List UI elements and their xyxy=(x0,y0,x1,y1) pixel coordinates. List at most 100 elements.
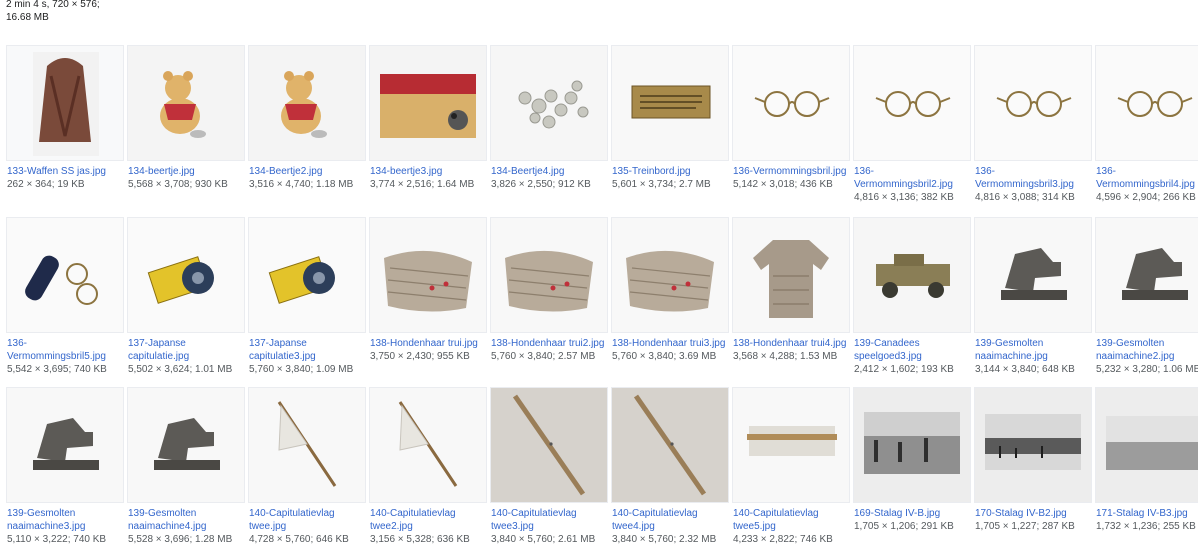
thumbnail-image[interactable] xyxy=(490,217,608,333)
thumbnail-image[interactable] xyxy=(974,217,1092,333)
file-meta: 262 × 364; 19 KB xyxy=(7,179,85,190)
gallery-item: 134-Beertje4.jpg 3,826 × 2,550; 912 KB xyxy=(484,44,608,212)
thumbnail-image[interactable] xyxy=(6,45,124,161)
gallery-caption: 139-Gesmolten naaimachine4.jpg 5,528 × 3,… xyxy=(128,507,246,546)
thumbnail-image[interactable] xyxy=(369,45,487,161)
film-tin-icon xyxy=(128,218,244,332)
gallery-item: 137-Japanse capitulatie3.jpg 5,760 × 3,84… xyxy=(242,216,366,384)
gallery-item: 140-Capitulatievlag twee5.jpg 4,233 × 2,8… xyxy=(726,386,850,554)
gallery-row: 133-Waffen SS jas.jpg 262 × 364; 19 KB 13… xyxy=(0,44,1198,214)
thumbnail-image[interactable] xyxy=(611,217,729,333)
thumbnail-image[interactable] xyxy=(369,387,487,503)
previous-file-meta-line2: 16.68 MB xyxy=(6,12,49,23)
knitted-sweater-icon xyxy=(612,218,728,332)
teddy-bear-closeup-icon xyxy=(370,46,486,160)
gallery-item: 136-Vermommingsbril.jpg 5,142 × 3,018; 43… xyxy=(726,44,850,212)
sweater-icon xyxy=(733,218,849,332)
sewing-machine-icon xyxy=(7,388,123,502)
file-name-link[interactable]: 140-Capitulatievlag twee.jpg xyxy=(249,507,367,533)
file-meta: 4,816 × 3,088; 314 KB xyxy=(975,192,1075,203)
thumbnail-image[interactable] xyxy=(6,387,124,503)
thumbnail-image[interactable] xyxy=(732,45,850,161)
file-meta: 5,232 × 3,280; 1.06 MB xyxy=(1096,364,1198,375)
file-name-link[interactable]: 136-Vermommingsbril5.jpg xyxy=(7,337,125,363)
file-meta: 3,826 × 2,550; 912 KB xyxy=(491,179,591,190)
file-name-link[interactable]: 133-Waffen SS jas.jpg xyxy=(7,165,125,178)
gallery-caption: 138-Hondenhaar trui4.jpg 3,568 × 4,288; 1… xyxy=(733,337,851,363)
thumbnail-image[interactable] xyxy=(127,45,245,161)
gallery-item: 169-Stalag IV-B.jpg 1,705 × 1,206; 291 KB xyxy=(847,386,971,554)
file-name-link[interactable]: 140-Capitulatievlag twee5.jpg xyxy=(733,507,851,533)
file-meta: 1,705 × 1,206; 291 KB xyxy=(854,521,954,532)
file-meta: 4,816 × 3,136; 382 KB xyxy=(854,192,954,203)
gallery-item: 140-Capitulatievlag twee3.jpg 3,840 × 5,7… xyxy=(484,386,608,554)
thumbnail-image[interactable] xyxy=(490,45,608,161)
coat-icon xyxy=(33,52,99,156)
thumbnail-image[interactable] xyxy=(1095,387,1198,503)
thumbnail-image[interactable] xyxy=(248,387,366,503)
file-name-link[interactable]: 134-beertje3.jpg xyxy=(370,165,488,178)
thumbnail-image[interactable] xyxy=(853,387,971,503)
file-meta: 5,110 × 3,222; 740 KB xyxy=(7,534,107,545)
thumbnail-image[interactable] xyxy=(732,387,850,503)
gallery-caption: 139-Gesmolten naaimachine3.jpg 5,110 × 3,… xyxy=(7,507,125,546)
gallery-item: 136-Vermommingsbril5.jpg 5,542 × 3,695; 7… xyxy=(0,216,124,384)
file-name-link[interactable]: 170-Stalag IV-B2.jpg xyxy=(975,507,1093,520)
gallery-item: 140-Capitulatievlag twee.jpg 4,728 × 5,76… xyxy=(242,386,366,554)
thumbnail-image[interactable] xyxy=(127,217,245,333)
file-name-link[interactable]: 136-Vermommingsbril.jpg xyxy=(733,165,851,178)
file-name-link[interactable]: 140-Capitulatievlag twee3.jpg xyxy=(491,507,609,533)
gallery-item: 134-Beertje2.jpg 3,516 × 4,740; 1.18 MB xyxy=(242,44,366,212)
gallery-caption: 171-Stalag IV-B3.jpg 1,732 × 1,236; 255 K… xyxy=(1096,507,1198,533)
thumbnail-image[interactable] xyxy=(1095,217,1198,333)
gallery-caption: 134-Beertje4.jpg 3,826 × 2,550; 912 KB xyxy=(491,165,609,191)
file-name-link[interactable]: 136-Vermommingsbril4.jpg xyxy=(1096,165,1198,191)
gallery-caption: 139-Gesmolten naaimachine.jpg 3,144 × 3,8… xyxy=(975,337,1093,376)
file-name-link[interactable]: 136-Vermommingsbril2.jpg xyxy=(854,165,972,191)
file-name-link[interactable]: 134-beertje.jpg xyxy=(128,165,246,178)
file-meta: 3,144 × 3,840; 648 KB xyxy=(975,364,1075,375)
gallery-caption: 140-Capitulatievlag twee3.jpg 3,840 × 5,7… xyxy=(491,507,609,546)
file-name-link[interactable]: 134-Beertje4.jpg xyxy=(491,165,609,178)
gallery-item: 136-Vermommingsbril4.jpg 4,596 × 2,904; 2… xyxy=(1089,44,1198,212)
file-name-link[interactable]: 140-Capitulatievlag twee4.jpg xyxy=(612,507,730,533)
file-name-link[interactable]: 137-Japanse capitulatie.jpg xyxy=(128,337,246,363)
file-name-link[interactable]: 138-Hondenhaar trui2.jpg xyxy=(491,337,609,350)
thumbnail-image[interactable] xyxy=(127,387,245,503)
file-name-link[interactable]: 140-Capitulatievlag twee2.jpg xyxy=(370,507,488,533)
file-name-link[interactable]: 139-Gesmolten naaimachine.jpg xyxy=(975,337,1093,363)
thumbnail-image[interactable] xyxy=(853,217,971,333)
thumbnail-image[interactable] xyxy=(248,45,366,161)
file-meta: 1,732 × 1,236; 255 KB xyxy=(1096,521,1196,532)
file-name-link[interactable]: 171-Stalag IV-B3.jpg xyxy=(1096,507,1198,520)
thumbnail-image[interactable] xyxy=(974,45,1092,161)
file-name-link[interactable]: 169-Stalag IV-B.jpg xyxy=(854,507,972,520)
thumbnail-image[interactable] xyxy=(853,45,971,161)
thumbnail-image[interactable] xyxy=(611,45,729,161)
glasses-case-icon xyxy=(7,218,123,332)
thumbnail-image[interactable] xyxy=(6,217,124,333)
file-meta: 5,542 × 3,695; 740 KB xyxy=(7,364,107,375)
file-name-link[interactable]: 135-Treinbord.jpg xyxy=(612,165,730,178)
gallery-item: 137-Japanse capitulatie.jpg 5,502 × 3,624… xyxy=(121,216,245,384)
file-meta: 4,596 × 2,904; 266 KB xyxy=(1096,192,1196,203)
file-name-link[interactable]: 139-Gesmolten naaimachine3.jpg xyxy=(7,507,125,533)
thumbnail-image[interactable] xyxy=(1095,45,1198,161)
file-name-link[interactable]: 139-Gesmolten naaimachine2.jpg xyxy=(1096,337,1198,363)
gallery-caption: 137-Japanse capitulatie3.jpg 5,760 × 3,84… xyxy=(249,337,367,376)
file-name-link[interactable]: 138-Hondenhaar trui.jpg xyxy=(370,337,488,350)
file-name-link[interactable]: 136-Vermommingsbril3.jpg xyxy=(975,165,1093,191)
thumbnail-image[interactable] xyxy=(369,217,487,333)
file-name-link[interactable]: 138-Hondenhaar trui3.jpg xyxy=(612,337,730,350)
thumbnail-image[interactable] xyxy=(732,217,850,333)
file-name-link[interactable]: 134-Beertje2.jpg xyxy=(249,165,367,178)
thumbnail-image[interactable] xyxy=(974,387,1092,503)
file-name-link[interactable]: 138-Hondenhaar trui4.jpg xyxy=(733,337,851,350)
file-name-link[interactable]: 137-Japanse capitulatie3.jpg xyxy=(249,337,367,363)
file-name-link[interactable]: 139-Gesmolten naaimachine4.jpg xyxy=(128,507,246,533)
thumbnail-image[interactable] xyxy=(248,217,366,333)
sewing-machine-icon xyxy=(1096,218,1198,332)
thumbnail-image[interactable] xyxy=(490,387,608,503)
file-name-link[interactable]: 139-Canadees speelgoed3.jpg xyxy=(854,337,972,363)
thumbnail-image[interactable] xyxy=(611,387,729,503)
